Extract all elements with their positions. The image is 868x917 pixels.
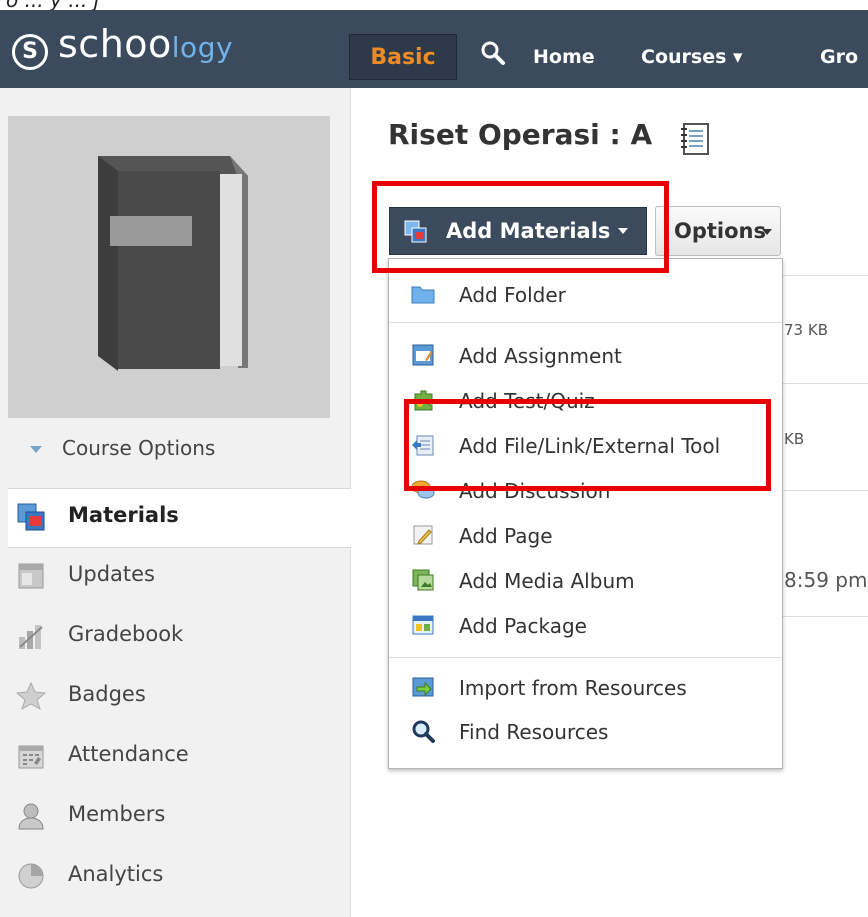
materials-icon [17, 503, 45, 531]
notebook-icon[interactable] [680, 122, 710, 156]
course-sidebar: Course Options Materials Updates Gradebo… [0, 88, 351, 917]
package-icon [412, 615, 434, 635]
menu-item-find-resources[interactable]: Find Resources [389, 711, 782, 751]
sidebar-item-label: Attendance [68, 742, 189, 766]
triangle-down-icon [30, 446, 42, 453]
logo-accent-text: logy [171, 31, 234, 64]
media-album-icon [412, 569, 434, 591]
sidebar-item-label: Badges [68, 682, 146, 706]
import-icon [412, 677, 434, 697]
top-header: o ... y ... j S schoology Basic Home Cou… [0, 0, 868, 88]
menu-item-label: Add Package [459, 614, 587, 638]
caret-down-icon [762, 229, 772, 235]
menu-item-label: Add Page [459, 524, 553, 548]
nav-home[interactable]: Home [533, 46, 595, 68]
menu-item-add-package[interactable]: Add Package [389, 605, 782, 645]
list-divider [782, 383, 868, 384]
course-profile-image [8, 116, 330, 418]
updates-icon [18, 563, 44, 589]
menu-divider [389, 322, 782, 323]
navigation-bar: S schoology Basic Home Courses ▾ Gro [0, 10, 868, 88]
menu-item-label: Add Media Album [459, 569, 635, 593]
options-button[interactable]: Options [655, 206, 781, 256]
page-title: Riset Operasi : A [388, 118, 653, 151]
sidebar-item-label: Materials [68, 503, 179, 527]
list-divider [782, 616, 868, 617]
sidebar-item-updates[interactable]: Updates [8, 548, 350, 606]
cropped-caption: o ... y ... j [0, 0, 868, 10]
menu-item-label: Add Folder [459, 283, 566, 307]
sidebar-item-members[interactable]: Members [8, 788, 350, 846]
sidebar-item-analytics[interactable]: Analytics [8, 848, 350, 906]
options-label: Options [674, 219, 766, 243]
find-icon [412, 720, 435, 743]
menu-divider [389, 657, 782, 658]
sidebar-item-label: Updates [68, 562, 155, 586]
sidebar-item-badges[interactable]: Badges [8, 668, 350, 726]
file-size-text: KB [784, 430, 805, 448]
highlight-box-add-materials [372, 181, 669, 273]
timestamp-text: 8:59 pm [784, 568, 868, 592]
menu-item-label: Import from Resources [459, 676, 687, 700]
menu-item-add-folder[interactable]: Add Folder [389, 274, 782, 314]
menu-item-label: Find Resources [459, 720, 609, 744]
folder-icon [411, 286, 435, 304]
assignment-icon [412, 344, 434, 366]
logo-main-text: schoo [58, 22, 172, 66]
analytics-icon [18, 863, 44, 889]
course-options-label: Course Options [62, 436, 216, 460]
menu-item-label: Add Assignment [459, 344, 622, 368]
schoology-logo-icon[interactable]: S [12, 34, 48, 70]
list-divider [782, 490, 868, 491]
add-materials-dropdown: Add Folder Add Assignment Add Test/Quiz … [388, 258, 783, 769]
gradebook-icon [19, 625, 43, 649]
basic-button[interactable]: Basic [349, 34, 457, 80]
list-divider [782, 275, 868, 276]
sidebar-item-label: Gradebook [68, 622, 184, 646]
nav-courses[interactable]: Courses ▾ [641, 46, 743, 68]
highlight-box-add-file-link [404, 399, 771, 491]
menu-item-import-resources[interactable]: Import from Resources [389, 667, 782, 707]
menu-item-add-media-album[interactable]: Add Media Album [389, 560, 782, 600]
menu-item-add-assignment[interactable]: Add Assignment [389, 335, 782, 375]
book-icon [98, 156, 248, 371]
search-icon[interactable] [480, 40, 506, 66]
sidebar-item-materials[interactable]: Materials [8, 488, 351, 548]
sidebar-item-attendance[interactable]: Attendance [8, 728, 350, 786]
file-size-text: 73 KB [784, 321, 828, 339]
page-icon [413, 525, 433, 545]
sidebar-item-label: Analytics [68, 862, 164, 886]
schoology-logo[interactable]: schoology [58, 22, 233, 66]
menu-item-add-page[interactable]: Add Page [389, 515, 782, 555]
sidebar-item-label: Members [68, 802, 166, 826]
badges-icon [16, 681, 46, 711]
attendance-icon [18, 745, 44, 769]
members-icon [18, 803, 44, 830]
course-options-toggle[interactable]: Course Options [8, 426, 348, 476]
sidebar-item-gradebook[interactable]: Gradebook [8, 608, 350, 666]
nav-groups[interactable]: Gro [820, 46, 858, 68]
